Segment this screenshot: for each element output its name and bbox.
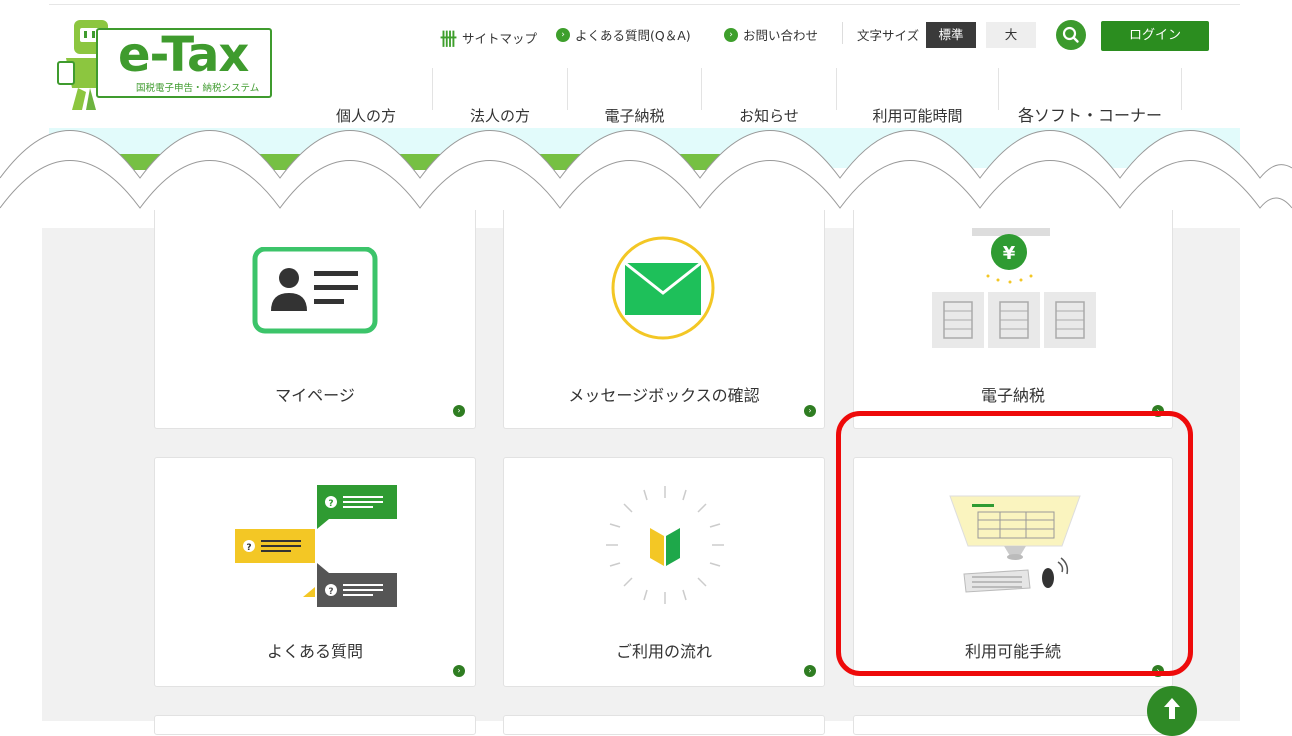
search-icon (1062, 26, 1079, 43)
chevron-right-icon: › (453, 405, 465, 417)
card-messagebox-label: メッセージボックスの確認 (568, 386, 760, 405)
envelope-icon (611, 236, 715, 340)
font-size-label: 文字サイズ (857, 28, 920, 43)
card-faq-label: よくある質問 (266, 642, 363, 661)
beginner-mark-icon (606, 486, 724, 604)
svg-text:¥: ¥ (1003, 243, 1016, 264)
card-partial[interactable] (853, 715, 1173, 735)
font-size-standard-button[interactable]: 標準 (926, 22, 976, 48)
contact-label: お問い合わせ (743, 28, 819, 43)
faq-link[interactable]: › よくある質問(Q＆A) (556, 25, 691, 44)
card-flow[interactable]: ご利用の流れ › (503, 457, 825, 687)
highlight-annotation (836, 411, 1193, 676)
arrow-up-icon (1164, 698, 1180, 719)
nav-divider (1181, 68, 1182, 110)
card-flow-label: ご利用の流れ (615, 642, 712, 661)
sitemap-link[interactable]: 卌 サイトマップ (440, 25, 537, 50)
svg-text:?: ? (328, 587, 333, 597)
font-size-large-button[interactable]: 大 (986, 22, 1036, 48)
header-top-border (49, 4, 1240, 5)
card-faq[interactable]: ? ? ? よくある質問 › (154, 457, 476, 687)
logo-text: e-Tax (118, 27, 249, 83)
chevron-right-icon: › (453, 665, 465, 677)
card-mypage-label: マイページ (275, 386, 355, 405)
chevron-right-icon: › (724, 27, 738, 42)
chevron-right-icon: › (804, 665, 816, 677)
sitemap-icon: 卌 (440, 30, 457, 50)
faq-bubbles-icon: ? ? ? (235, 485, 397, 607)
sitemap-label: サイトマップ (462, 31, 538, 46)
card-partial[interactable] (154, 715, 476, 735)
card-messagebox[interactable]: メッセージボックスの確認 › (503, 210, 825, 429)
card-e-payment[interactable]: ¥ 電子納税 › (853, 210, 1173, 429)
contact-link[interactable]: › お問い合わせ (724, 25, 818, 44)
faq-label: よくある質問(Q＆A) (575, 28, 691, 43)
logo-subtitle: 国税電子申告・納税システム (136, 83, 260, 94)
svg-text:?: ? (328, 499, 333, 509)
page-top-button[interactable] (1147, 686, 1197, 736)
id-card-icon (252, 247, 378, 334)
chevron-right-icon: › (556, 27, 570, 42)
card-e-payment-label: 電子納税 (980, 386, 1045, 405)
search-button[interactable] (1056, 20, 1086, 50)
svg-text:?: ? (246, 543, 251, 553)
login-button[interactable]: ログイン (1101, 21, 1209, 51)
yen-payment-icon: ¥ (932, 228, 1096, 348)
card-partial[interactable] (503, 715, 825, 735)
etax-logo[interactable]: e-Tax 国税電子申告・納税システム (56, 18, 278, 114)
utility-divider (842, 22, 843, 44)
card-mypage[interactable]: マイページ › (154, 210, 476, 429)
chevron-right-icon: › (804, 405, 816, 417)
